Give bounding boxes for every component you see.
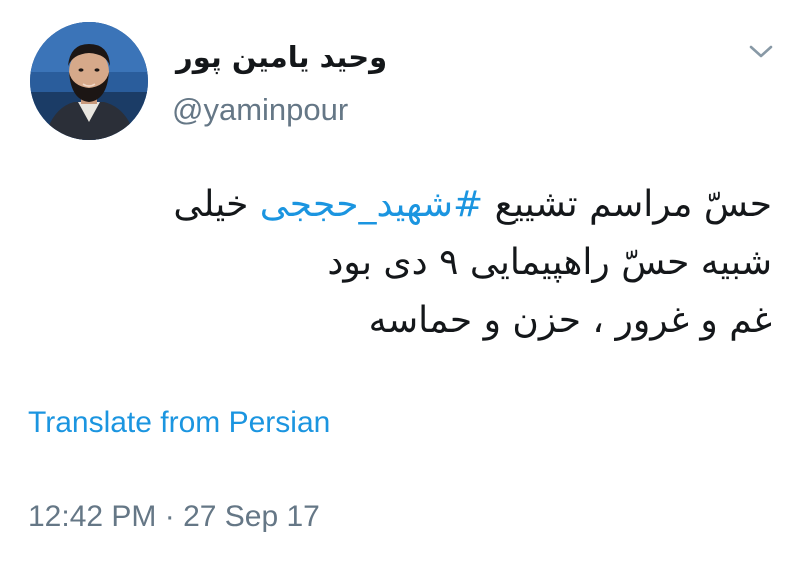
tweet-menu-button[interactable] <box>745 40 777 68</box>
tweet-timestamp[interactable]: 12:42 PM · 27 Sep 17 <box>28 500 320 534</box>
tweet-text: حسّ مراسم تشییع #شهید_حججی خیلی شبیه حسّ… <box>12 176 772 350</box>
tweet-card: وحید یامین پور @yaminpour حسّ مراسم تشیی… <box>0 0 800 564</box>
user-handle[interactable]: @yaminpour <box>172 92 348 128</box>
tweet-line-3: غم و غرور ، حزن و حماسه <box>368 300 772 341</box>
tweet-text-segment: حسّ مراسم تشییع <box>483 184 772 225</box>
tweet-text-segment: خیلی <box>173 184 260 225</box>
chevron-down-icon <box>748 44 774 64</box>
tweet-line-2: شبیه حسّ راهپیمایی ۹ دی بود <box>327 242 772 283</box>
display-name[interactable]: وحید یامین پور <box>176 40 387 74</box>
avatar[interactable] <box>30 22 148 140</box>
hashtag-link[interactable]: #شهید_حججی <box>260 184 483 225</box>
translate-link[interactable]: Translate from Persian <box>28 406 330 440</box>
profile-photo-icon <box>30 22 148 140</box>
tweet-line-1: حسّ مراسم تشییع #شهید_حججی خیلی <box>12 176 772 234</box>
